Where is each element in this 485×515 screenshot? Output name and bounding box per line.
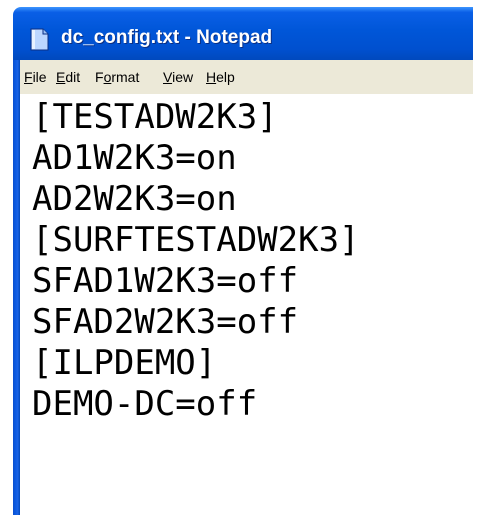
menu-view-mnemonic: V — [163, 69, 173, 85]
text-line: [ILPDEMO] — [32, 343, 217, 383]
text-line: [SURFTESTADW2K3] — [32, 220, 360, 260]
menu-edit-mnemonic: E — [56, 69, 66, 85]
text-editor-area[interactable]: [TESTADW2K3] AD1W2K3=on AD2W2K3=on [SURF… — [20, 94, 473, 515]
notepad-window: dc_config.txt - Notepad File Edit Format… — [13, 7, 473, 515]
menu-format-label-end: rmat — [111, 69, 140, 85]
title-bar[interactable]: dc_config.txt - Notepad — [13, 7, 473, 60]
menu-help[interactable]: Help — [206, 69, 235, 86]
text-line: AD2W2K3=on — [32, 179, 237, 219]
menu-bar: File Edit Format View Help — [20, 60, 473, 94]
menu-edit-label: dit — [65, 69, 81, 85]
menu-file-label: ile — [32, 69, 47, 85]
menu-view[interactable]: View — [163, 69, 193, 86]
text-line: SFAD1W2K3=off — [32, 261, 299, 301]
text-line: DEMO-DC=off — [32, 384, 258, 424]
menu-file[interactable]: File — [24, 69, 47, 86]
text-line: [TESTADW2K3] — [32, 97, 278, 137]
menu-format[interactable]: Format — [95, 69, 139, 86]
notepad-icon — [30, 28, 49, 51]
window-left-border — [13, 60, 20, 515]
menu-file-mnemonic: F — [24, 69, 33, 85]
menu-format-label-start: F — [95, 69, 104, 85]
menu-help-mnemonic: H — [206, 69, 217, 85]
menu-view-label: iew — [172, 69, 194, 85]
text-line: SFAD2W2K3=off — [32, 302, 299, 342]
window-title: dc_config.txt - Notepad — [61, 27, 273, 48]
menu-help-label: elp — [216, 69, 235, 85]
menu-edit[interactable]: Edit — [56, 69, 80, 86]
text-line: AD1W2K3=on — [32, 138, 237, 178]
